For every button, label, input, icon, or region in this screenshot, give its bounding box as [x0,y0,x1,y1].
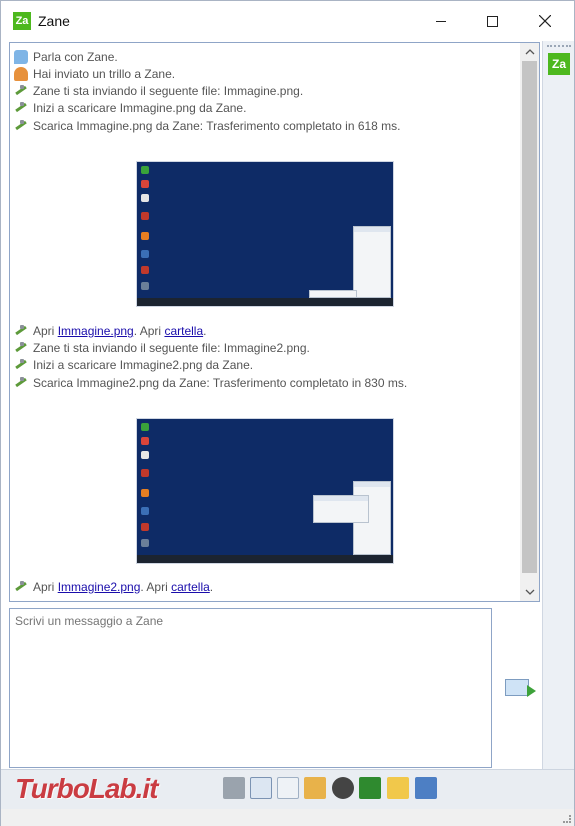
log-line: Apri Immagine2.png. Apri cartella. [14,579,213,595]
desktop-icon [141,507,149,515]
chat-scrollbar[interactable] [520,43,539,601]
desktop-icon [141,232,149,240]
screen-share-icon[interactable] [359,777,381,799]
desktop-taskbar [137,298,393,306]
chevron-down-icon [525,589,534,595]
title-bar[interactable]: Za Zane [1,1,574,41]
chevron-up-icon [525,49,534,55]
log-text: Parla con Zane. [33,50,118,64]
file-transfer-icon [14,101,28,115]
log-line: Parla con Zane. [14,49,118,65]
buzz-icon [14,67,28,81]
chat-bubble-icon [14,50,28,64]
history-icon[interactable] [387,777,409,799]
app-badge: Za [13,12,31,30]
strip-grip[interactable] [547,45,571,47]
log-text: Scarica Immagine2.png da Zane: Trasferim… [33,376,408,390]
log-text: Inizi a scaricare Immagine2.png da Zane. [33,358,254,372]
file-transfer-icon [14,324,28,338]
file-transfer-icon [14,358,28,372]
log-line: Scarica Immagine.png da Zane: Trasferime… [14,118,401,134]
log-text: Zane ti sta inviando il seguente file: I… [33,84,304,98]
mini-window-header [354,482,390,487]
desktop-icon [141,166,149,174]
contact-strip: Za [542,41,574,769]
log-line: Scarica Immagine2.png da Zane: Trasferim… [14,375,407,391]
send-file-icon[interactable] [277,777,299,799]
log-text: . Apri [140,580,168,594]
desktop-icon [141,489,149,497]
note-icon[interactable] [250,777,272,799]
log-line: Apri Immagine.png. Apri cartella. [14,323,206,339]
transfer-folder-icon[interactable] [304,777,326,799]
open-file-link[interactable]: Immagine2.png [58,580,141,594]
contact-avatar[interactable]: Za [548,53,570,75]
open-file-link[interactable]: Immagine.png [58,324,134,338]
close-button[interactable] [522,5,568,37]
log-line: Inizi a scaricare Immagine2.png da Zane. [14,357,253,373]
minimize-button[interactable] [418,5,464,37]
desktop-icon [141,423,149,431]
mini-notification [309,290,357,298]
open-folder-link[interactable]: cartella [171,580,210,594]
file-transfer-icon [14,376,28,390]
log-line: Zane ti sta inviando il seguente file: I… [14,83,303,99]
image-thumbnail[interactable] [136,418,394,564]
desktop-icon [141,250,149,258]
desktop-icon [141,194,149,202]
mini-window-header [314,496,368,501]
minimize-icon [436,20,446,22]
scroll-thumb[interactable] [522,61,537,573]
close-icon [539,15,551,27]
maximize-icon [486,15,498,27]
desktop-icon [141,212,149,220]
log-line: Zane ti sta inviando il seguente file: I… [14,340,310,356]
log-text: Inizi a scaricare Immagine.png da Zane. [33,101,247,115]
watermark-logo: TurboLab.it [15,773,158,804]
chat-log[interactable]: Parla con Zane. Hai inviato un trillo a … [9,42,540,602]
scroll-up-button[interactable] [520,43,539,61]
webcam-icon[interactable] [332,777,354,799]
save-conversation-icon[interactable] [415,777,437,799]
desktop-icon [141,539,149,547]
desktop-icon [141,266,149,274]
window-title: Zane [38,13,70,29]
send-button[interactable] [500,673,536,701]
scroll-down-button[interactable] [520,583,539,601]
desktop-icon [141,180,149,188]
log-text: . [209,580,214,594]
desktop-icon [141,451,149,459]
message-input[interactable] [10,609,491,767]
mini-chat-window [313,495,369,523]
mini-window-header [354,227,390,232]
desktop-icon [141,469,149,477]
mini-app-window [353,226,391,298]
font-icon[interactable] [223,777,245,799]
desktop-icon [141,523,149,531]
image-thumbnail[interactable] [136,161,394,307]
desktop-icon [141,437,149,445]
message-input-box [9,608,492,768]
resize-grip-icon[interactable] [563,815,571,823]
desktop-icon [141,282,149,290]
file-transfer-icon [14,84,28,98]
chat-window: Za Zane Za Parla con Zane. Hai inviato u… [0,0,575,826]
maximize-button[interactable] [469,5,515,37]
send-message-icon [505,678,536,697]
log-text: Hai inviato un trillo a Zane. [33,67,176,81]
status-bar [1,809,574,826]
log-line: Inizi a scaricare Immagine.png da Zane. [14,100,246,116]
log-text: Apri [33,580,55,594]
file-transfer-icon [14,580,28,594]
log-text: Zane ti sta inviando il seguente file: I… [33,341,310,355]
log-text: . [203,324,207,338]
file-transfer-icon [14,119,28,133]
log-text: . Apri [133,324,162,338]
desktop-taskbar [137,555,393,563]
file-transfer-icon [14,341,28,355]
open-folder-link[interactable]: cartella [164,324,203,338]
log-text: Scarica Immagine.png da Zane: Trasferime… [33,119,401,133]
log-line: Hai inviato un trillo a Zane. [14,66,175,82]
log-text: Apri [33,324,55,338]
